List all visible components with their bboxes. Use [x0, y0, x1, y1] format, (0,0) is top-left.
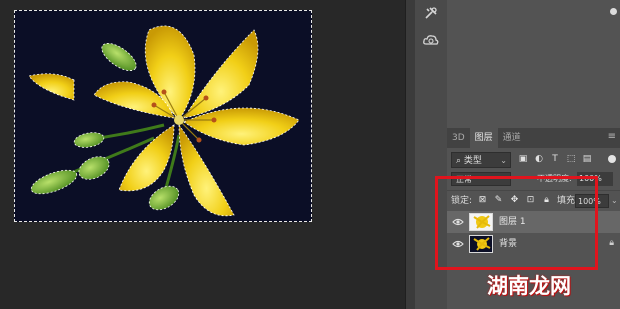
panel-tabs: 3D 图层 通道 ≡ — [447, 128, 620, 148]
layers-panel: 3D 图层 通道 ≡ ⌕ 类型 ⌄ ▣ ◐ T ⬚ ▤ 正常 不透明度: 100… — [447, 0, 620, 309]
libraries-icon[interactable] — [419, 30, 443, 52]
chevron-down-icon[interactable]: ⌄ — [611, 194, 618, 208]
lock-icon: 🔒︎ — [609, 238, 614, 248]
fill-field[interactable]: 100% — [575, 194, 609, 208]
tools-icon[interactable] — [419, 2, 443, 24]
tab-channels[interactable]: 通道 — [498, 128, 526, 148]
filter-toggle[interactable] — [608, 155, 616, 163]
lock-row: 锁定: ⊠ ✎ ✥ ⊡ 🔒︎ 填充: 100% ⌄ — [447, 190, 620, 212]
tab-layers[interactable]: 图层 — [469, 128, 498, 148]
lock-all-icon[interactable]: 🔒︎ — [541, 194, 552, 207]
lock-position-icon[interactable]: ✥ — [509, 194, 520, 207]
opacity-field[interactable]: 100% — [577, 172, 613, 186]
watermark: 湖南龙网 — [487, 274, 571, 298]
layer-row[interactable]: 背景 🔒︎ — [447, 233, 620, 255]
tab-3d[interactable]: 3D — [447, 128, 470, 148]
eye-icon[interactable] — [452, 216, 464, 228]
panel-scroll-indicator[interactable] — [610, 8, 617, 15]
search-icon: ⌕ — [456, 156, 462, 166]
adjustment-filter-icon[interactable]: ◐ — [533, 153, 545, 166]
blend-mode-select[interactable]: 正常 — [451, 172, 511, 186]
smart-object-filter-icon[interactable]: ▤ — [581, 153, 593, 166]
filter-type-value: 类型 — [463, 156, 482, 166]
layer-name[interactable]: 背景 — [499, 233, 517, 255]
layer-name[interactable]: 图层 1 — [499, 211, 526, 233]
collapsed-panel-strip — [415, 0, 448, 309]
layer-filter-row: ⌕ 类型 ⌄ ▣ ◐ T ⬚ ▤ — [447, 152, 620, 170]
lock-artboard-icon[interactable]: ⊡ — [525, 194, 536, 207]
eye-icon[interactable] — [452, 238, 464, 250]
upper-panel-area — [447, 0, 620, 128]
chevron-down-icon: ⌄ — [500, 156, 507, 165]
layer-thumbnail[interactable] — [469, 235, 493, 253]
filter-type-select[interactable]: ⌕ 类型 ⌄ — [451, 152, 511, 168]
layer-row[interactable]: 图层 1 — [447, 211, 620, 233]
layer-thumbnail[interactable] — [469, 213, 493, 231]
opacity-label: 不透明度: — [537, 174, 572, 183]
lock-label: 锁定: — [451, 196, 473, 206]
panel-menu-icon[interactable]: ≡ — [608, 132, 616, 142]
type-filter-icon[interactable]: T — [549, 153, 561, 166]
lily-image — [28, 25, 300, 217]
image-filter-icon[interactable]: ▣ — [517, 153, 529, 166]
shape-filter-icon[interactable]: ⬚ — [565, 153, 577, 166]
blend-row: 正常 不透明度: 100% — [447, 172, 620, 186]
canvas-workspace[interactable] — [0, 0, 405, 309]
lock-transparent-icon[interactable]: ⊠ — [477, 194, 488, 207]
document-canvas[interactable] — [14, 10, 312, 222]
lock-image-icon[interactable]: ✎ — [493, 194, 504, 207]
